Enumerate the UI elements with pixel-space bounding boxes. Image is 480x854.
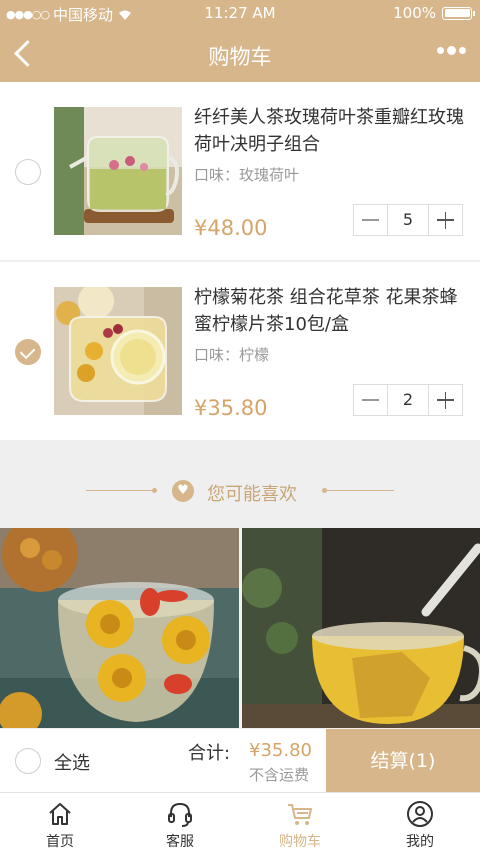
- product-price: ¥48.00: [194, 216, 268, 240]
- decorative-dot: [152, 488, 157, 493]
- product-title[interactable]: 柠檬菊花茶 组合花草茶 花果茶蜂蜜柠檬片茶10包/盒: [194, 284, 470, 338]
- recommend-title: 您可能喜欢: [207, 484, 297, 505]
- product-title[interactable]: 纤纤美人茶玫瑰荷叶茶重瓣红玫瑰荷叶决明子组合: [194, 104, 470, 158]
- quantity-stepper: 5: [353, 204, 463, 236]
- decorative-line: [86, 490, 154, 491]
- product-flavor: 口味：玫瑰荷叶: [194, 166, 300, 184]
- recommend-header: ♥ 您可能喜欢: [0, 440, 480, 528]
- quantity-stepper: 2: [353, 384, 463, 416]
- tab-cart[interactable]: 购物车: [240, 793, 360, 854]
- cart-item: 纤纤美人茶玫瑰荷叶茶重瓣红玫瑰荷叶决明子组合 口味：玫瑰荷叶 ¥48.00 5: [0, 82, 480, 260]
- checkout-button[interactable]: 结算(1): [326, 729, 480, 793]
- more-dot-icon: [447, 46, 456, 55]
- increase-quantity-button[interactable]: [429, 385, 462, 415]
- product-flavor: 口味：柠檬: [194, 346, 270, 364]
- tea-bag-cup-image: [242, 528, 480, 728]
- product-thumbnail[interactable]: [54, 287, 182, 415]
- rose-tea-image: [54, 107, 182, 235]
- chrysanthemum-tea-image: [0, 528, 239, 728]
- battery-icon: [442, 6, 475, 20]
- more-options-button[interactable]: [437, 46, 466, 55]
- item-select-checkbox[interactable]: [15, 339, 41, 365]
- total-value: ¥35.80: [249, 740, 312, 761]
- decorative-line: [326, 490, 394, 491]
- more-dot-icon: [459, 47, 466, 54]
- quantity-value[interactable]: 5: [387, 205, 429, 235]
- home-icon: [49, 803, 71, 825]
- headset-icon: [168, 802, 192, 827]
- tab-label: 我的: [406, 834, 434, 850]
- user-icon: [407, 801, 433, 827]
- recommended-product-image[interactable]: [242, 528, 480, 728]
- tab-customer-service[interactable]: 客服: [120, 793, 240, 854]
- tab-label: 购物车: [279, 834, 321, 850]
- cart-icon: [288, 804, 312, 825]
- more-dot-icon: [437, 47, 444, 54]
- product-thumbnail[interactable]: [54, 107, 182, 235]
- cart-list: 纤纤美人茶玫瑰荷叶茶重瓣红玫瑰荷叶决明子组合 口味：玫瑰荷叶 ¥48.00 5: [0, 82, 480, 440]
- app-header: ●●●○○ 中国移动 11:27 AM 100% 购物车: [0, 0, 480, 82]
- cart-item: 柠檬菊花茶 组合花草茶 花果茶蜂蜜柠檬片茶10包/盒 口味：柠檬 ¥35.80 …: [0, 262, 480, 440]
- tab-label: 首页: [46, 834, 74, 850]
- tab-bar: 首页 客服 购物车 我的: [0, 792, 480, 854]
- decrease-quantity-button[interactable]: [354, 385, 387, 415]
- tab-label: 客服: [166, 834, 194, 850]
- total-label: 合计:: [188, 743, 231, 764]
- heart-icon: ♥: [172, 480, 194, 502]
- tab-home[interactable]: 首页: [0, 793, 120, 854]
- page-title: 购物车: [208, 45, 272, 69]
- product-price: ¥35.80: [194, 396, 268, 420]
- select-all-label[interactable]: 全选: [54, 749, 90, 775]
- status-bar: ●●●○○ 中国移动 11:27 AM 100%: [0, 0, 480, 26]
- increase-quantity-button[interactable]: [429, 205, 462, 235]
- checkout-bar: 全选 合计: ¥35.80 不含运费 结算(1): [0, 728, 480, 793]
- shipping-note: 不含运费: [249, 766, 310, 784]
- recommended-product-image[interactable]: [0, 528, 239, 728]
- item-select-checkbox[interactable]: [15, 159, 41, 185]
- tab-profile[interactable]: 我的: [360, 793, 480, 854]
- decrease-quantity-button[interactable]: [354, 205, 387, 235]
- nav-bar: 购物车: [0, 26, 480, 82]
- lemon-tea-image: [54, 287, 182, 415]
- battery-percent: 100%: [393, 4, 436, 22]
- select-all-checkbox[interactable]: [15, 748, 41, 774]
- quantity-value[interactable]: 2: [387, 385, 429, 415]
